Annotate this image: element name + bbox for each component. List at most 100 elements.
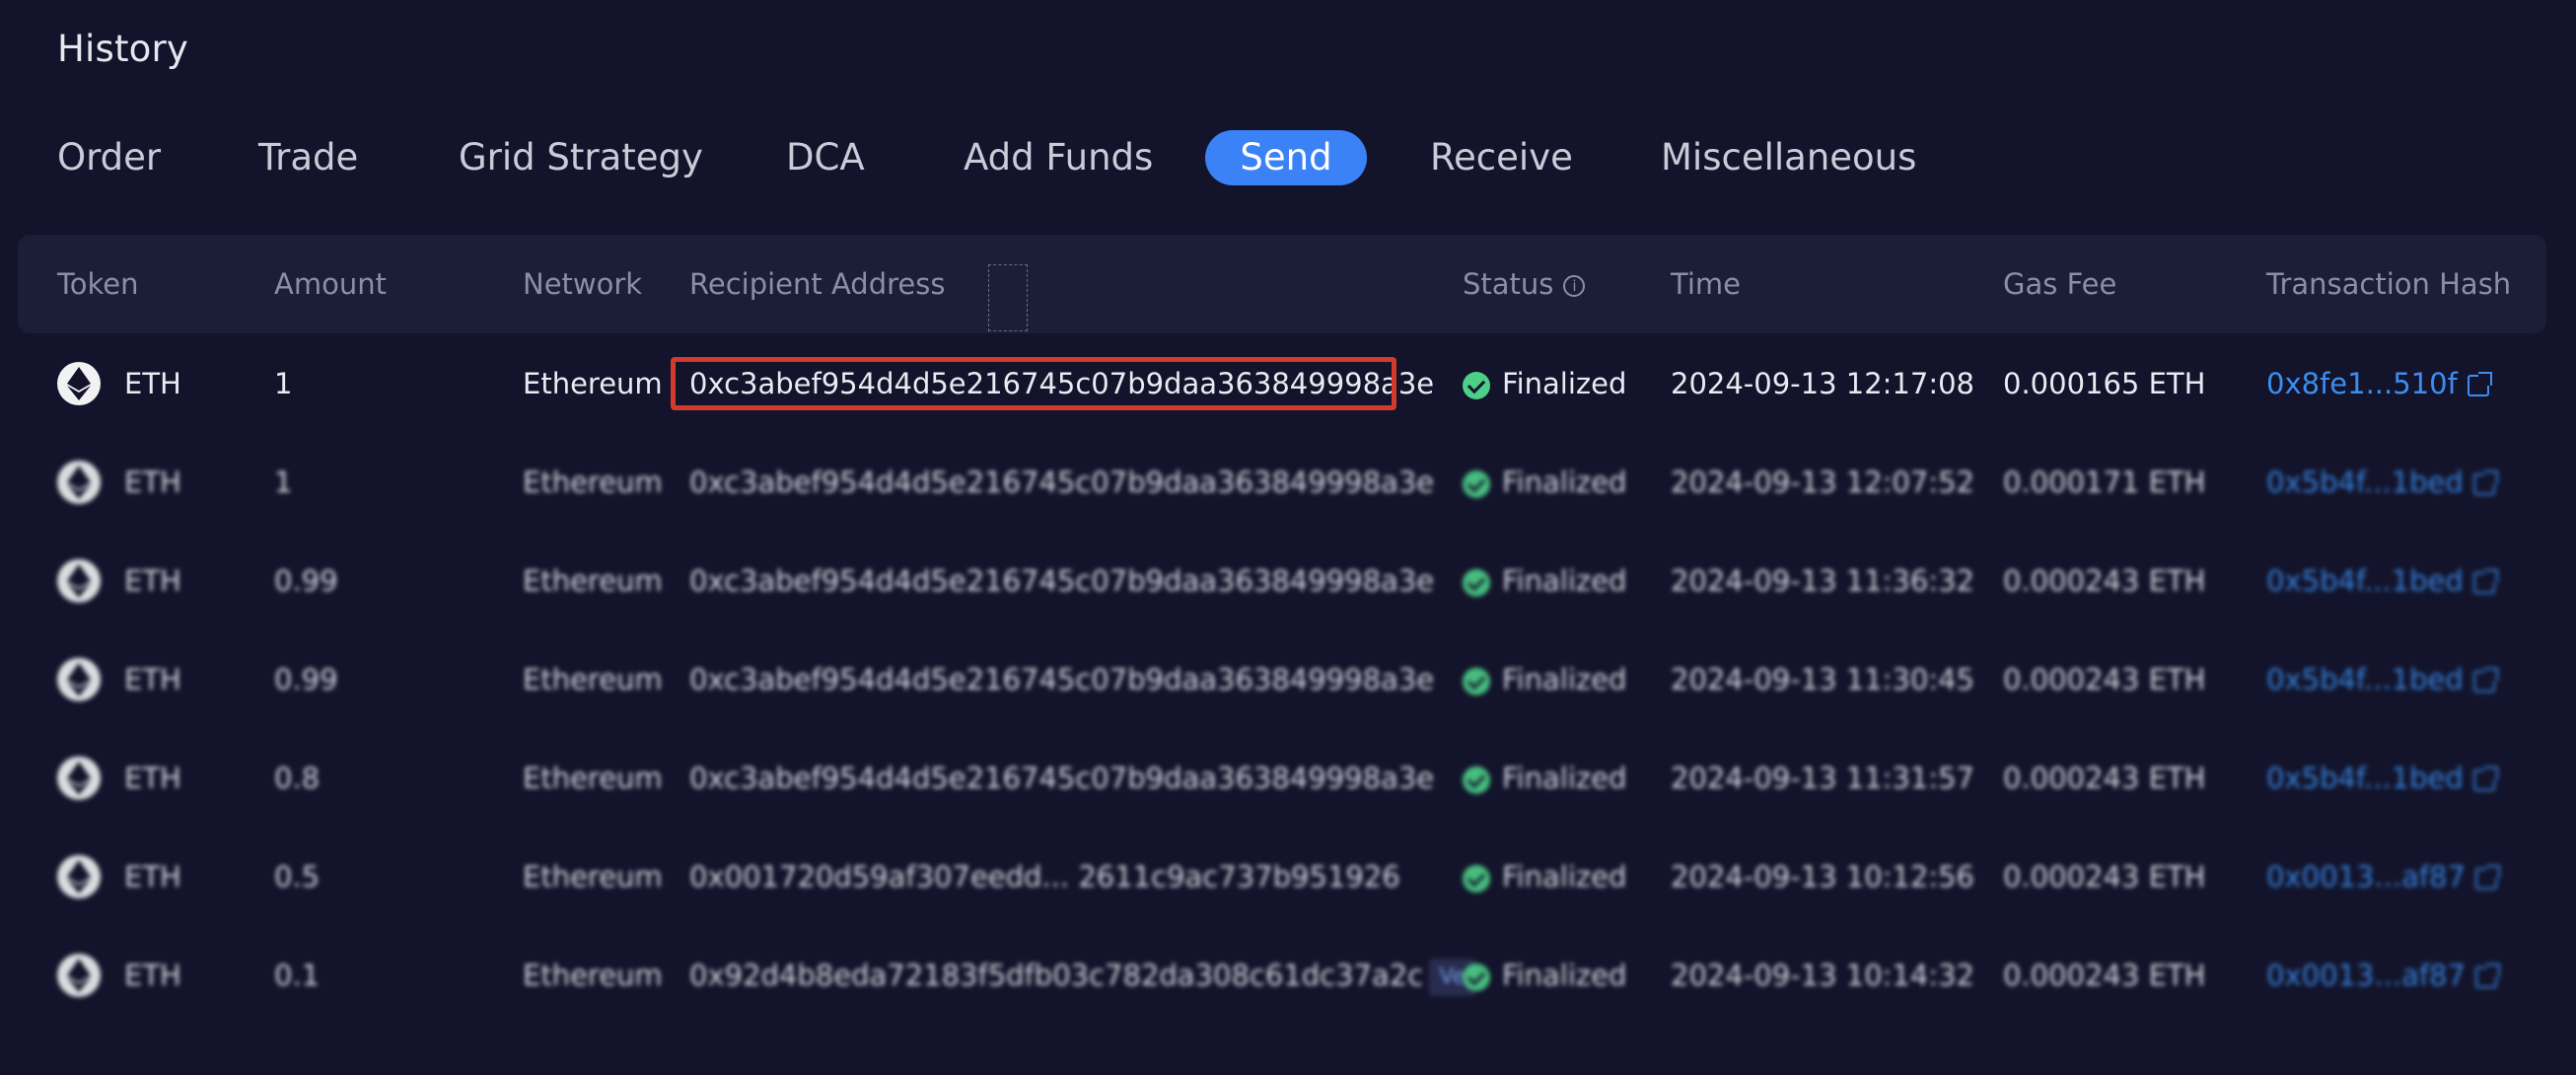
table-row[interactable]: ETH 0.8 Ethereum 0xc3abef954d4d5e216745c… <box>0 729 2576 827</box>
tx-hash-text[interactable]: 0x5b4f...1bed <box>2266 663 2464 696</box>
tab-receive[interactable]: Receive <box>1430 130 1573 185</box>
status-cell: Finalized <box>1463 334 1626 433</box>
recipient-address[interactable]: 0xc3abef954d4d5e216745c07b9daa363849998a… <box>689 532 1434 630</box>
col-header-gas-fee: Gas Fee <box>2003 267 2117 301</box>
time-value: 2024-09-13 11:30:45 <box>1671 663 1974 696</box>
table-row[interactable]: ETH 0.99 Ethereum 0xc3abef954d4d5e216745… <box>0 630 2576 729</box>
time-value: 2024-09-13 12:07:52 <box>1671 466 1974 499</box>
gas-fee-value: 0.000243 ETH <box>2003 959 2206 992</box>
status-label: Finalized <box>1502 663 1627 696</box>
network-name: Ethereum <box>523 761 663 795</box>
tx-hash-link[interactable]: 0x8fe1...510f <box>2266 334 2492 433</box>
network-name: Ethereum <box>523 367 663 400</box>
external-link-icon[interactable] <box>2467 372 2492 396</box>
external-link-icon[interactable] <box>2474 865 2500 890</box>
status-cell: Finalized <box>1463 532 1626 630</box>
info-icon[interactable]: i <box>1563 275 1586 297</box>
tx-hash-text[interactable]: 0x5b4f...1bed <box>2266 466 2464 499</box>
recipient-address[interactable]: 0xc3abef954d4d5e216745c07b9daa363849998a… <box>689 630 1434 729</box>
tx-hash-text[interactable]: 0x5b4f...1bed <box>2266 761 2464 795</box>
external-link-icon[interactable] <box>2472 668 2498 692</box>
amount-value: 0.99 <box>274 663 338 696</box>
tab-miscellaneous[interactable]: Miscellaneous <box>1661 130 1916 185</box>
network-name: Ethereum <box>523 860 663 894</box>
column-resize-handle[interactable] <box>988 264 1028 331</box>
col-header-token: Token <box>57 267 139 301</box>
recipient-address[interactable]: 0x001720d59af307eedd... 2611c9ac737b9519… <box>689 827 1400 926</box>
check-circle-icon <box>1463 470 1490 498</box>
recipient-address[interactable]: 0xc3abef954d4d5e216745c07b9daa363849998a… <box>689 334 1434 433</box>
token-symbol: ETH <box>124 663 181 696</box>
recipient-address[interactable]: 0xc3abef954d4d5e216745c07b9daa363849998a… <box>689 729 1434 827</box>
status-label: Finalized <box>1502 761 1627 795</box>
tx-hash-text[interactable]: 0x5b4f...1bed <box>2266 564 2464 598</box>
status-cell: Finalized <box>1463 827 1626 926</box>
recipient-address[interactable]: 0x92d4b8eda72183f5dfb03c782da308c61dc37a… <box>689 926 1476 1025</box>
tx-hash-link[interactable]: 0x0013...af87 <box>2266 926 2500 1025</box>
tx-hash-link[interactable]: 0x5b4f...1bed <box>2266 532 2498 630</box>
eth-token-icon <box>57 756 101 800</box>
page-title: History <box>57 28 189 70</box>
amount-value: 0.5 <box>274 860 321 894</box>
tab-dca[interactable]: DCA <box>786 130 865 185</box>
table-row[interactable]: ETH 1 Ethereum 0xc3abef954d4d5e216745c07… <box>0 433 2576 532</box>
amount-value: 1 <box>274 466 293 499</box>
external-link-icon[interactable] <box>2472 766 2498 791</box>
network-name: Ethereum <box>523 466 663 499</box>
eth-token-icon <box>57 855 101 898</box>
table-row[interactable]: ETH 0.99 Ethereum 0xc3abef954d4d5e216745… <box>0 532 2576 630</box>
tx-hash-text[interactable]: 0x0013...af87 <box>2266 959 2466 992</box>
token-symbol: ETH <box>124 959 181 992</box>
check-circle-icon <box>1463 865 1490 893</box>
col-header-network: Network <box>523 267 643 301</box>
tab-send[interactable]: Send <box>1205 130 1367 185</box>
time-value: 2024-09-13 12:17:08 <box>1671 367 1974 400</box>
token-symbol: ETH <box>124 367 181 400</box>
tx-hash-link[interactable]: 0x0013...af87 <box>2266 827 2500 926</box>
tx-hash-link[interactable]: 0x5b4f...1bed <box>2266 630 2498 729</box>
status-label: Finalized <box>1502 367 1627 400</box>
check-circle-icon <box>1463 372 1490 399</box>
tab-trade[interactable]: Trade <box>258 130 358 185</box>
table-row[interactable]: ETH 0.1 Ethereum 0x92d4b8eda72183f5dfb03… <box>0 926 2576 1025</box>
table-row[interactable]: ETH 1 Ethereum 0xc3abef954d4d5e216745c07… <box>0 334 2576 433</box>
gas-fee-value: 0.000243 ETH <box>2003 860 2206 894</box>
external-link-icon[interactable] <box>2472 470 2498 495</box>
eth-token-icon <box>57 362 101 405</box>
history-tabs: Order Trade Grid Strategy DCA Add Funds … <box>0 130 2576 185</box>
col-header-time: Time <box>1671 267 1741 301</box>
tx-hash-link[interactable]: 0x5b4f...1bed <box>2266 729 2498 827</box>
status-cell: Finalized <box>1463 433 1626 532</box>
tab-add-funds[interactable]: Add Funds <box>964 130 1153 185</box>
col-header-amount: Amount <box>274 267 387 301</box>
check-circle-icon <box>1463 964 1490 991</box>
tx-hash-link[interactable]: 0x5b4f...1bed <box>2266 433 2498 532</box>
token-symbol: ETH <box>124 564 181 598</box>
gas-fee-value: 0.000243 ETH <box>2003 564 2206 598</box>
token-symbol: ETH <box>124 466 181 499</box>
external-link-icon[interactable] <box>2474 964 2500 988</box>
tx-hash-text[interactable]: 0x8fe1...510f <box>2266 367 2458 400</box>
eth-token-icon <box>57 954 101 997</box>
recipient-address[interactable]: 0xc3abef954d4d5e216745c07b9daa363849998a… <box>689 433 1434 532</box>
table-header: Token Amount Network Recipient Address S… <box>18 235 2546 333</box>
tab-grid-strategy[interactable]: Grid Strategy <box>459 130 703 185</box>
eth-token-icon <box>57 559 101 603</box>
gas-fee-value: 0.000165 ETH <box>2003 367 2206 400</box>
status-label: Finalized <box>1502 959 1627 992</box>
time-value: 2024-09-13 11:36:32 <box>1671 564 1974 598</box>
table-row[interactable]: ETH 0.5 Ethereum 0x001720d59af307eedd...… <box>0 827 2576 926</box>
token-symbol: ETH <box>124 860 181 894</box>
status-label: Finalized <box>1502 466 1627 499</box>
col-header-status-label: Status <box>1463 267 1554 301</box>
tab-order[interactable]: Order <box>57 130 161 185</box>
time-value: 2024-09-13 11:31:57 <box>1671 761 1974 795</box>
check-circle-icon <box>1463 668 1490 695</box>
recipient-address-text[interactable]: 0x92d4b8eda72183f5dfb03c782da308c61dc37a… <box>689 959 1423 992</box>
external-link-icon[interactable] <box>2472 569 2498 594</box>
status-label: Finalized <box>1502 860 1627 894</box>
token-symbol: ETH <box>124 761 181 795</box>
time-value: 2024-09-13 10:12:56 <box>1671 860 1974 894</box>
tx-hash-text[interactable]: 0x0013...af87 <box>2266 860 2466 894</box>
check-circle-icon <box>1463 569 1490 597</box>
